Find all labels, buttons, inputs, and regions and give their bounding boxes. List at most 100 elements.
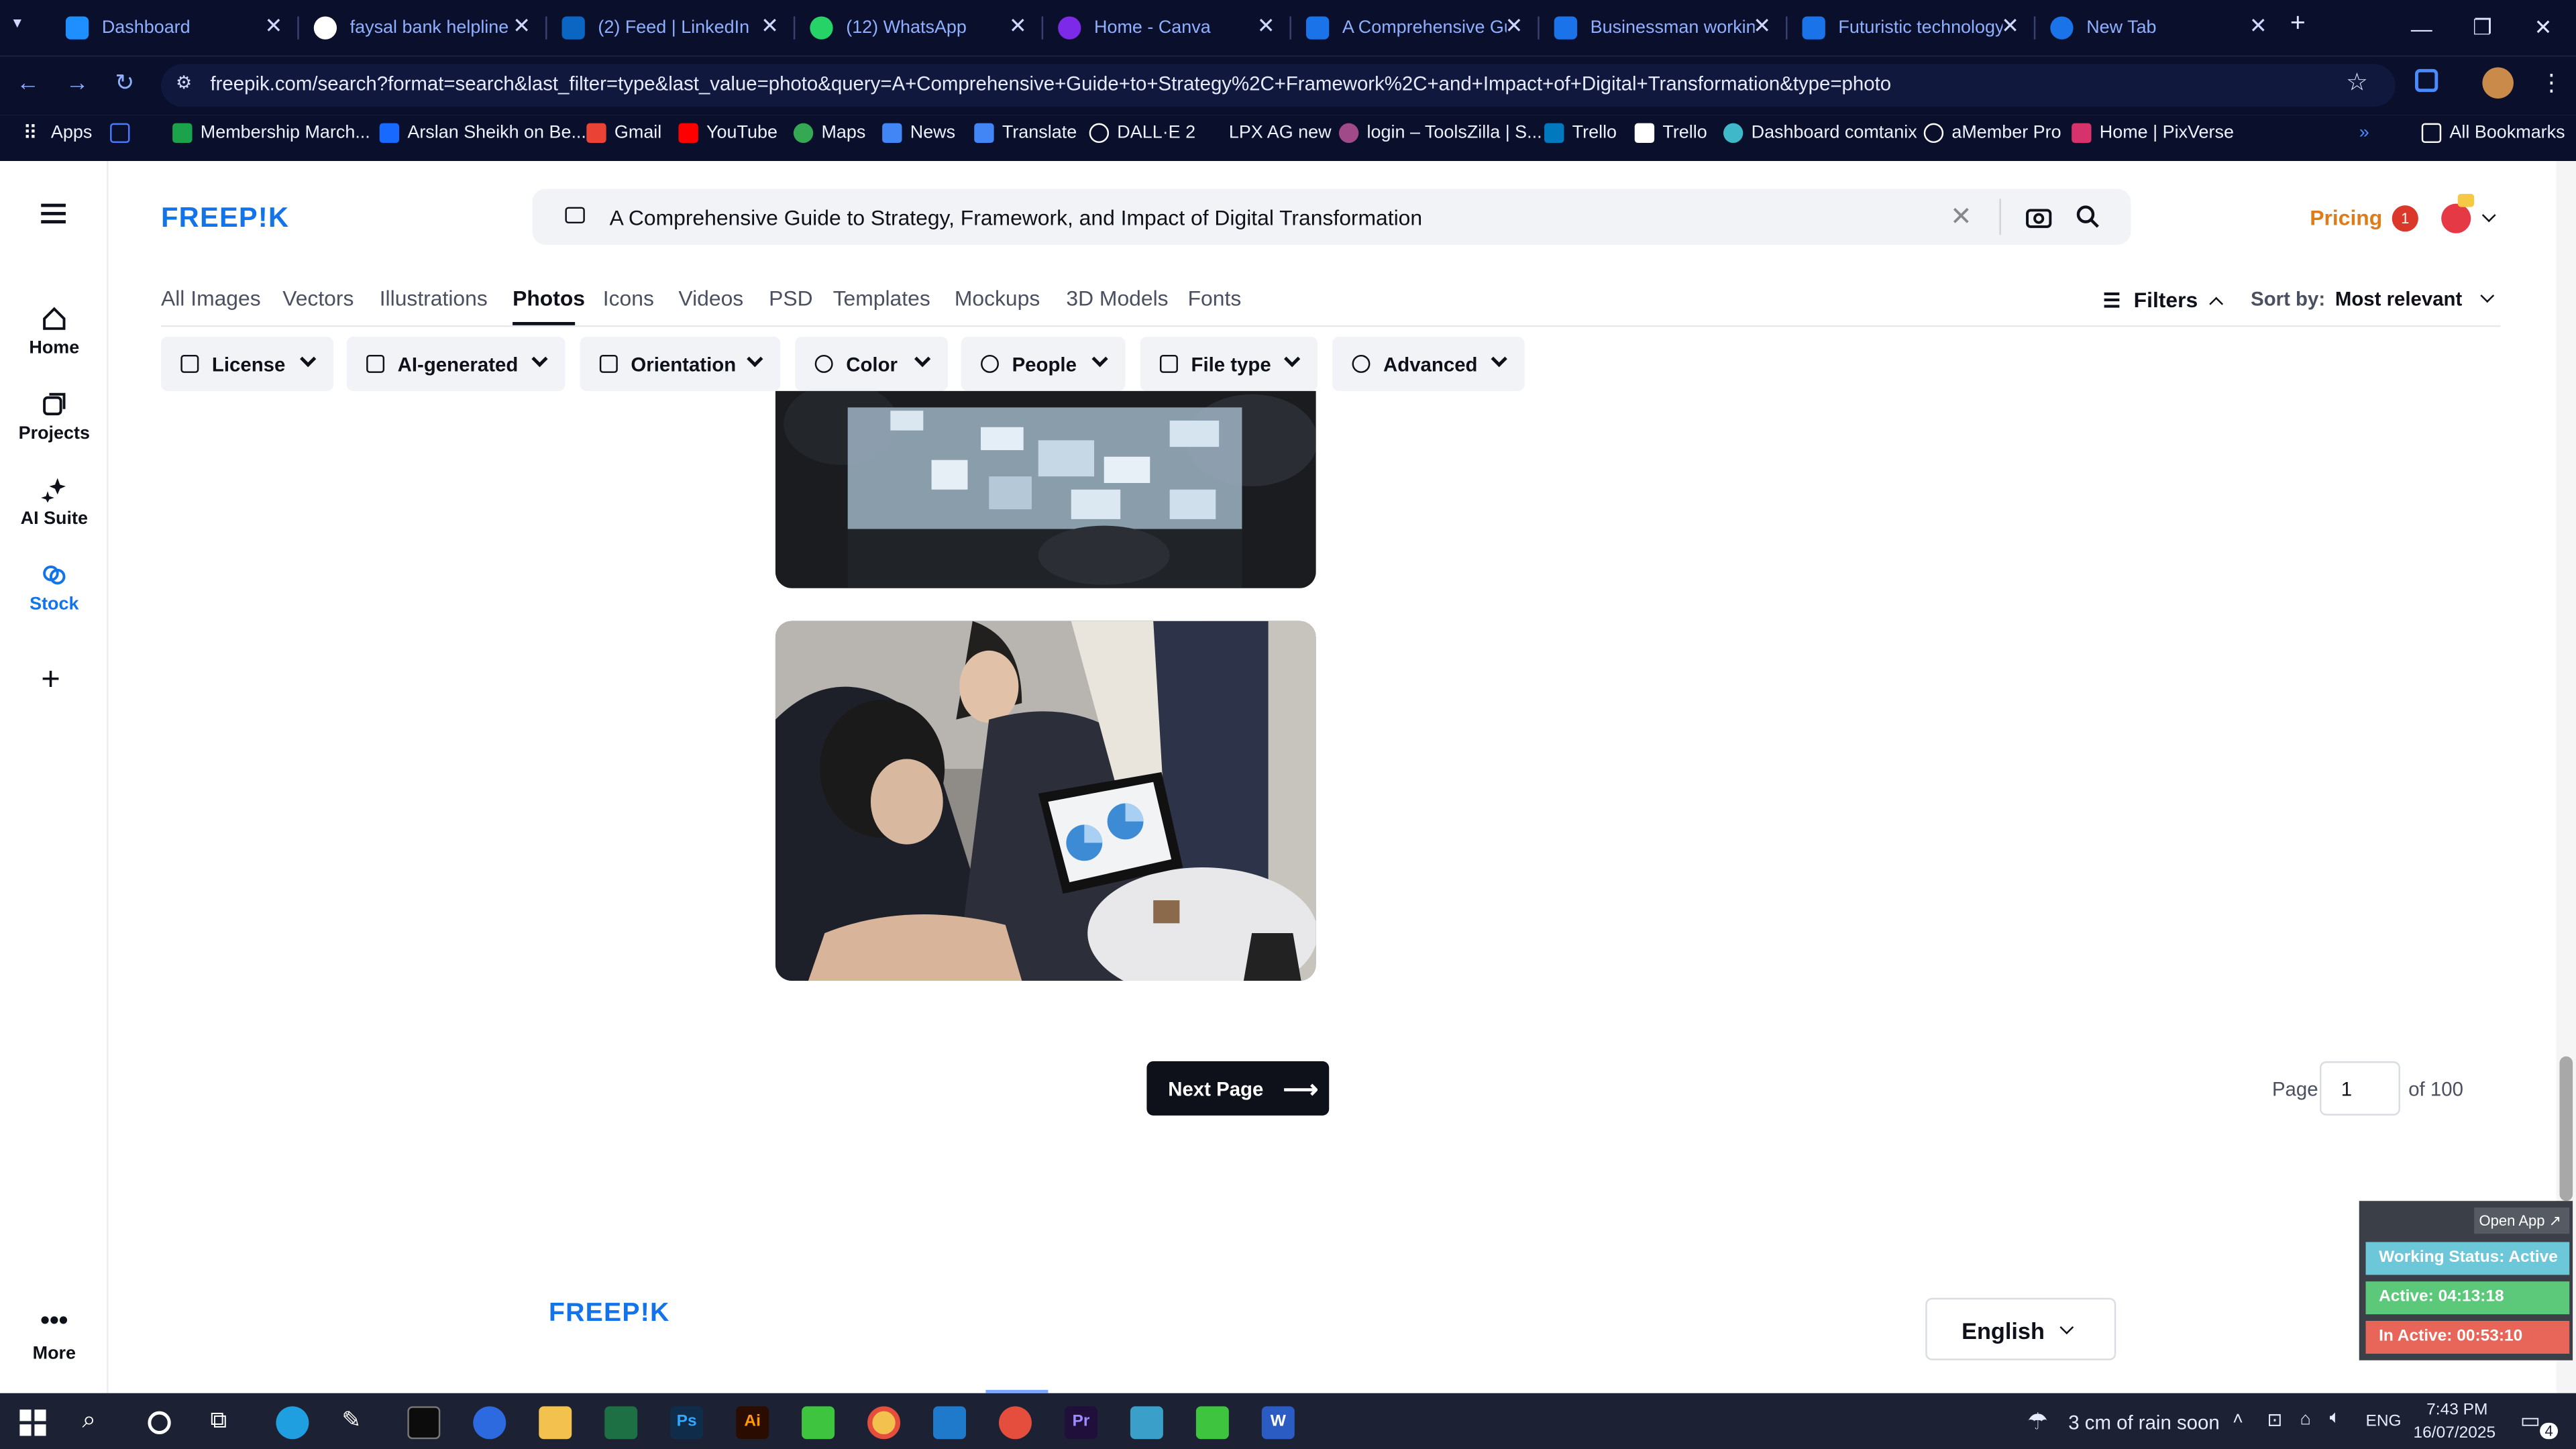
tray-chevron-icon[interactable]: ˄ <box>2233 1409 2243 1429</box>
terminal-icon[interactable] <box>407 1406 441 1440</box>
tab-fonts[interactable]: Fonts <box>1188 286 1242 311</box>
camera-search-icon[interactable] <box>2026 204 2052 230</box>
filters-toggle[interactable]: ☰ Filters <box>2103 288 2223 312</box>
filter-advanced[interactable]: Advanced <box>1332 337 1525 391</box>
extensions-icon[interactable] <box>2415 68 2438 93</box>
bookmark-item[interactable]: Gmail <box>586 123 661 144</box>
bookmark-star-icon[interactable]: ☆ <box>2346 67 2368 97</box>
search-result-photo[interactable] <box>775 621 1316 981</box>
url-text[interactable]: freepik.com/search?format=search&last_fi… <box>210 72 1891 95</box>
app-icon[interactable] <box>802 1406 835 1440</box>
chrome-icon[interactable] <box>867 1406 901 1440</box>
sidebar-item-ai-suite[interactable]: AI Suite <box>0 476 109 529</box>
bookmark-item[interactable]: Dashboard comtanix <box>1723 123 1917 144</box>
browser-tab[interactable]: Home - Canva ✕ <box>1042 7 1285 50</box>
sort-dropdown[interactable]: Sort by: Most relevant <box>2251 288 2494 311</box>
all-bookmarks[interactable]: All Bookmarks <box>2421 123 2565 144</box>
tab-3d-models[interactable]: 3D Models <box>1066 286 1168 311</box>
tab-photos[interactable]: Photos <box>513 286 585 311</box>
pricing-link[interactable]: Pricing <box>2310 205 2382 230</box>
zoom-icon[interactable] <box>473 1406 506 1440</box>
filter-license[interactable]: License <box>161 337 334 391</box>
freepik-logo[interactable]: FREEP!K <box>161 202 289 235</box>
sidebar-item-stock[interactable]: Stock <box>0 562 109 614</box>
bookmark-item[interactable]: YouTube <box>678 123 777 144</box>
sidebar-item-projects[interactable]: Projects <box>0 391 109 443</box>
next-page-button[interactable]: Next Page ⟶ <box>1146 1061 1330 1116</box>
bookmark-item[interactable]: DALL·E 2 <box>1089 123 1195 144</box>
bookmark-item[interactable]: LPX AG new <box>1201 123 1332 144</box>
browser-tab[interactable]: A Comprehensive Gu ✕ <box>1289 7 1532 50</box>
bookmark-item[interactable]: Trello <box>1634 123 1707 144</box>
search-result-photo[interactable] <box>775 390 1316 588</box>
bookmark-item[interactable]: Home | PixVerse <box>2072 123 2234 144</box>
bookmark-item[interactable]: News <box>882 123 955 144</box>
bookmark-item[interactable]: Maps <box>793 123 865 144</box>
app-icon[interactable] <box>1195 1406 1229 1440</box>
tab-mockups[interactable]: Mockups <box>955 286 1040 311</box>
filter-color[interactable]: Color <box>795 337 949 391</box>
tab-illustrations[interactable]: Illustrations <box>380 286 488 311</box>
photoshop-icon[interactable]: Ps <box>670 1406 704 1440</box>
browser-tab[interactable]: (12) WhatsApp ✕ <box>794 7 1036 50</box>
filter-file-type[interactable]: File type <box>1140 337 1318 391</box>
filter-people[interactable]: People <box>961 337 1126 391</box>
bookmark-item[interactable]: Membership March... <box>172 123 370 144</box>
sidebar-item-home[interactable]: Home <box>0 306 109 358</box>
footer-logo[interactable]: FREEP!K <box>549 1299 670 1329</box>
bookmark-apps[interactable]: ⠿ Apps <box>23 123 92 143</box>
chrome-active-icon[interactable] <box>998 1406 1032 1440</box>
pen-icon[interactable]: ✎ <box>341 1406 374 1439</box>
minimize-button[interactable]: — <box>2390 0 2453 56</box>
close-tab-icon[interactable]: ✕ <box>513 13 531 40</box>
search-input[interactable]: A Comprehensive Guide to Strategy, Frame… <box>610 205 1423 230</box>
clock-date[interactable]: 16/07/2025 <box>2414 1424 2496 1442</box>
hamburger-menu-icon[interactable] <box>41 203 66 224</box>
notification-badge[interactable]: 1 <box>2392 205 2418 232</box>
chrome-menu-icon[interactable]: ⋮ <box>2540 69 2563 97</box>
language-selector[interactable]: English <box>1925 1297 2116 1360</box>
browser-tab[interactable]: (2) Feed | LinkedIn ✕ <box>545 7 788 50</box>
bookmarks-overflow-icon[interactable]: » <box>2359 123 2369 143</box>
wifi-icon[interactable]: ⌂ <box>2300 1409 2311 1429</box>
page-number-input[interactable]: 1 <box>2319 1061 2400 1116</box>
user-avatar[interactable] <box>2441 203 2471 233</box>
tab-search-icon[interactable]: ▾ <box>13 15 21 33</box>
tab-templates[interactable]: Templates <box>833 286 930 311</box>
bookmark-item[interactable]: Trello <box>1544 123 1617 144</box>
restore-button[interactable]: ❐ <box>2451 0 2514 56</box>
illustrator-icon[interactable]: Ai <box>736 1406 769 1440</box>
profile-avatar[interactable] <box>2482 67 2514 99</box>
close-window-button[interactable]: ✕ <box>2512 0 2574 56</box>
forward-icon[interactable]: → <box>66 69 89 95</box>
image-type-icon[interactable] <box>565 207 585 224</box>
tab-vectors[interactable]: Vectors <box>282 286 354 311</box>
browser-tab[interactable]: Futuristic technology ✕ <box>1786 7 2029 50</box>
file-explorer-icon[interactable] <box>539 1406 572 1440</box>
new-tab-button[interactable]: + <box>2290 10 2306 40</box>
bookmark-item[interactable]: Translate <box>974 123 1077 144</box>
bookmark-item[interactable]: login – ToolsZilla | S... <box>1338 123 1542 144</box>
excel-icon[interactable] <box>604 1406 638 1440</box>
windows-start-icon[interactable] <box>16 1406 49 1439</box>
weather-text[interactable]: 3 cm of rain soon <box>2068 1411 2219 1434</box>
plus-icon[interactable]: + <box>41 662 60 700</box>
site-info-icon[interactable]: ⚙ <box>176 72 192 93</box>
clock-time[interactable]: 7:43 PM <box>2426 1401 2487 1419</box>
edge-icon[interactable] <box>276 1406 309 1440</box>
tab-psd[interactable]: PSD <box>769 286 812 311</box>
tab-icons[interactable]: Icons <box>603 286 654 311</box>
browser-tab[interactable]: Dashboard ✕ <box>49 7 292 50</box>
sidebar-item-more[interactable]: ••• More <box>0 1309 109 1364</box>
chevron-down-icon[interactable] <box>2481 208 2496 223</box>
bookmark-grid[interactable] <box>110 123 138 144</box>
vscode-icon[interactable] <box>933 1406 967 1440</box>
close-tab-icon[interactable]: ✕ <box>1009 13 1027 40</box>
browser-tab[interactable]: Businessman working ✕ <box>1538 7 1780 50</box>
back-icon[interactable]: ← <box>16 69 39 95</box>
cortana-icon[interactable] <box>148 1411 171 1434</box>
volume-icon[interactable]: 🔈︎ <box>2330 1408 2341 1430</box>
tab-videos[interactable]: Videos <box>678 286 743 311</box>
notification-center-icon[interactable]: ▭ <box>2520 1408 2540 1434</box>
close-tab-icon[interactable]: ✕ <box>1753 13 1771 40</box>
